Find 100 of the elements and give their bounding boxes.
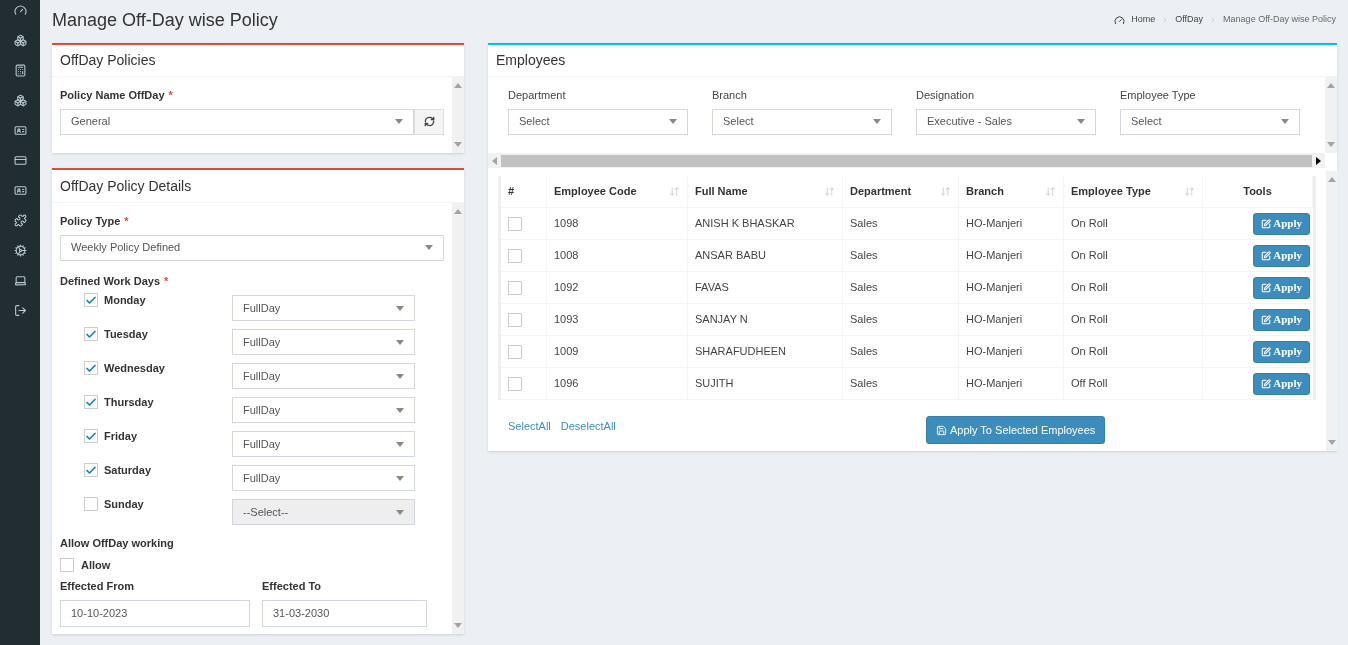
- vertical-scrollbar[interactable]: [1325, 77, 1337, 153]
- filter-label: Employee Type: [1120, 88, 1197, 103]
- day-label: Wednesday: [104, 361, 165, 376]
- vertical-scrollbar[interactable]: [452, 203, 464, 634]
- apply-button[interactable]: Apply: [1253, 340, 1310, 363]
- table-cell-text: On Roll: [1071, 344, 1108, 360]
- checkbox[interactable]: [60, 557, 74, 572]
- column-header: #: [508, 184, 515, 200]
- select-all-link[interactable]: SelectAll: [508, 418, 551, 435]
- scroll-up-icon[interactable]: [454, 209, 462, 214]
- column-header[interactable]: Department: [850, 183, 912, 200]
- sort-icon[interactable]: [1045, 186, 1056, 197]
- apply-button[interactable]: Apply: [1253, 372, 1310, 395]
- table-cell-text: FAVAS: [695, 280, 729, 296]
- column-header[interactable]: Branch: [966, 183, 1004, 200]
- checkbox[interactable]: [508, 376, 522, 391]
- boxes-icon[interactable]: [13, 34, 27, 47]
- vertical-scrollbar[interactable]: [1326, 171, 1338, 451]
- card-icon[interactable]: [13, 154, 27, 167]
- checkbox[interactable]: [508, 344, 522, 359]
- scroll-right-icon[interactable]: [1316, 156, 1321, 165]
- apply-button[interactable]: Apply: [1253, 244, 1310, 267]
- checkbox-label: Allow: [81, 557, 111, 573]
- sort-icon[interactable]: [940, 186, 951, 197]
- table-cell-text: On Roll: [1071, 216, 1108, 232]
- checkbox[interactable]: [508, 248, 522, 263]
- column-header[interactable]: Full Name: [695, 183, 748, 200]
- scrollbar-thumb[interactable]: [501, 154, 1312, 167]
- apply-button[interactable]: Apply: [1253, 276, 1310, 299]
- caret-icon: [396, 305, 404, 311]
- select-field[interactable]: Select: [1120, 108, 1300, 135]
- date-field[interactable]: 10-10-2023: [60, 599, 250, 627]
- select-field[interactable]: Executive - Sales: [916, 108, 1096, 135]
- scroll-up-icon[interactable]: [1327, 83, 1335, 88]
- apply-button[interactable]: Apply: [1253, 212, 1310, 235]
- apply-button[interactable]: Apply: [1253, 308, 1310, 331]
- id-card-icon[interactable]: [13, 124, 27, 137]
- sort-icon[interactable]: [1184, 186, 1195, 197]
- select-field[interactable]: Weekly Policy Defined: [60, 234, 444, 261]
- calculator-icon[interactable]: [13, 64, 27, 77]
- scroll-down-icon[interactable]: [454, 623, 462, 628]
- settings-icon[interactable]: [13, 244, 27, 257]
- checkbox[interactable]: [84, 429, 98, 444]
- select-field[interactable]: Select: [712, 108, 892, 135]
- scroll-up-icon[interactable]: [1328, 177, 1336, 182]
- horizontal-scrollbar[interactable]: [488, 153, 1325, 168]
- field-label: Policy Name OffDay: [60, 88, 165, 103]
- dashboard-icon[interactable]: [13, 4, 27, 17]
- table-cell-text: SUJITH: [695, 376, 734, 392]
- checkbox[interactable]: [508, 312, 522, 327]
- checkbox[interactable]: [84, 463, 98, 478]
- checkbox[interactable]: [84, 293, 98, 308]
- edit-icon: [1261, 346, 1272, 357]
- scroll-left-icon[interactable]: [492, 156, 497, 165]
- scroll-down-icon[interactable]: [1327, 142, 1335, 147]
- apply-selected-button[interactable]: Apply To Selected Employees: [926, 416, 1106, 444]
- table-cell-text: On Roll: [1071, 248, 1108, 264]
- select-field[interactable]: FullDay: [232, 295, 415, 321]
- caret-icon: [396, 339, 404, 345]
- scroll-down-icon[interactable]: [1328, 440, 1336, 445]
- deselect-all-link[interactable]: DeselectAll: [560, 418, 616, 435]
- laptop-icon[interactable]: [13, 274, 27, 287]
- date-field[interactable]: 31-03-2030: [262, 599, 427, 627]
- column-header[interactable]: Employee Type: [1071, 183, 1151, 200]
- vertical-scrollbar[interactable]: [452, 77, 464, 153]
- required-mark: *: [164, 273, 169, 289]
- column-header[interactable]: Employee Code: [554, 183, 637, 200]
- id-card-icon[interactable]: [13, 184, 27, 197]
- checkbox[interactable]: [84, 395, 98, 410]
- breadcrumb-link[interactable]: Home: [1131, 13, 1156, 27]
- select-field[interactable]: FullDay: [232, 363, 415, 389]
- sort-icon[interactable]: [824, 186, 835, 197]
- table-cell-text: 1009: [554, 344, 579, 360]
- checkbox[interactable]: [508, 216, 522, 231]
- day-label: Sunday: [104, 497, 144, 512]
- select-field[interactable]: FullDay: [232, 431, 415, 457]
- panel-title: Employees: [488, 45, 1337, 77]
- scroll-down-icon[interactable]: [454, 142, 462, 147]
- sort-icon[interactable]: [669, 186, 680, 197]
- breadcrumb-link[interactable]: OffDay: [1175, 13, 1204, 27]
- select-field[interactable]: General: [60, 108, 414, 135]
- table-cell-text: Off Roll: [1071, 376, 1108, 392]
- caret-icon: [395, 119, 403, 124]
- puzzle-icon[interactable]: [13, 214, 27, 227]
- checkbox[interactable]: [84, 361, 98, 376]
- select-field[interactable]: FullDay: [232, 397, 415, 423]
- logout-icon[interactable]: [13, 304, 27, 317]
- select-field[interactable]: FullDay: [232, 329, 415, 355]
- dashboard-icon: [1114, 14, 1126, 26]
- table-cell-text: 1093: [554, 312, 579, 328]
- select-field[interactable]: Select: [508, 108, 688, 135]
- boxes-icon[interactable]: [13, 94, 27, 107]
- scroll-up-icon[interactable]: [454, 83, 462, 88]
- checkbox[interactable]: [508, 280, 522, 295]
- caret-icon: [396, 373, 404, 379]
- checkbox[interactable]: [84, 327, 98, 342]
- day-label: Tuesday: [104, 327, 148, 342]
- caret-icon: [396, 509, 404, 515]
- refresh-button[interactable]: [414, 108, 444, 135]
- select-field[interactable]: FullDay: [232, 465, 415, 491]
